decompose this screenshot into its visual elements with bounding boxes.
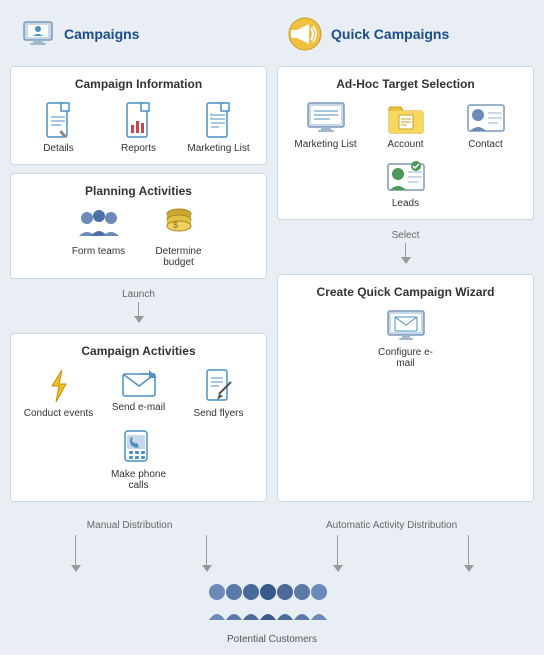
center-right-down-arrow [333,535,343,572]
campaign-activities-box: Campaign Activities Conduct events [10,333,267,502]
details-label: Details [43,143,74,154]
form-teams-label: Form teams [72,246,125,257]
campaign-info-box: Campaign Information [10,66,267,165]
launch-arrow: Launch [10,289,267,323]
account-icon [387,101,425,135]
determine-budget-item: $ Determine budget [144,208,214,268]
quick-campaigns-header: Quick Campaigns [277,10,534,58]
automatic-distribution-label: Automatic Activity Distribution [326,520,457,531]
adhoc-title: Ad-Hoc Target Selection [336,77,474,91]
phone-calls-label: Make phone calls [104,469,174,491]
center-left-down-arrow [202,535,212,572]
planning-activities-box: Planning Activities [10,173,267,279]
campaigns-header: Campaigns [10,10,267,58]
select-arrow-line [405,243,406,257]
details-item: Details [24,101,94,154]
marketing-list-item: ✓ ✓ Marketing List [184,101,254,154]
select-arrow-head [401,257,411,264]
adhoc-marketing-list-label: Marketing List [294,139,356,150]
mktlist-icon [306,101,346,135]
campaigns-column: Campaigns Campaign Information [10,10,267,502]
adhoc-items: Marketing List [288,101,523,209]
manual-distribution-label: Manual Distribution [87,520,173,531]
customers-section: Potential Customers [202,580,342,645]
quick-campaigns-title: Quick Campaigns [331,26,449,42]
customers-label: Potential Customers [227,634,317,645]
wizard-title: Create Quick Campaign Wizard [317,285,495,299]
campaign-info-items: Details [21,101,256,154]
wizard-items: Configure e-mail [288,309,523,369]
contact-icon [466,101,506,135]
reports-label: Reports [121,143,156,154]
conduct-events-item: Conduct events [24,368,94,419]
form-teams-item: Form teams [64,208,134,268]
leads-icon [386,160,426,194]
contact-label: Contact [468,139,502,150]
wizard-box: Create Quick Campaign Wizard [277,274,534,502]
select-label: Select [392,230,420,241]
email-icon [121,368,157,398]
marketing-list-label: Marketing List [187,143,249,154]
right-down-arrow [464,535,474,572]
quick-campaigns-header-icon [287,16,323,52]
account-item: Account [371,101,441,150]
planning-activities-title: Planning Activities [85,184,192,198]
phone-calls-item: Make phone calls [104,429,174,491]
teams-icon [77,208,121,242]
arrows-row [10,535,534,572]
conduct-events-label: Conduct events [24,408,94,419]
campaigns-header-icon [20,16,56,52]
events-icon [44,368,74,404]
determine-budget-label: Determine budget [144,246,214,268]
phone-icon [121,429,157,465]
campaign-info-title: Campaign Information [75,77,202,91]
main-container: Campaigns Campaign Information [0,0,544,651]
svg-text:✓: ✓ [209,116,213,122]
top-section: Campaigns Campaign Information [0,0,544,512]
doc-icon [43,101,75,139]
reports-icon [123,101,155,139]
contact-item: Contact [451,101,521,150]
adhoc-box: Ad-Hoc Target Selection [277,66,534,220]
reports-item: Reports [104,101,174,154]
customers-icon [202,580,342,630]
svg-text:$: $ [173,220,178,230]
left-down-arrow [71,535,81,572]
account-label: Account [387,139,423,150]
select-arrow: Select [277,230,534,264]
flyers-icon [203,368,235,404]
campaigns-title: Campaigns [64,26,139,42]
adhoc-marketing-list-item: Marketing List [291,101,361,150]
distribution-labels: Manual Distribution Automatic Activity D… [10,520,534,531]
budget-icon: $ [161,208,197,242]
send-flyers-label: Send flyers [193,408,243,419]
campaign-activities-items: Conduct events [21,368,256,491]
campaign-activities-title: Campaign Activities [81,344,195,358]
launch-label: Launch [122,289,155,300]
send-email-item: Send e-mail [104,368,174,419]
send-flyers-item: Send flyers [184,368,254,419]
planning-items: Form teams $ [21,208,256,268]
quick-campaigns-column: Quick Campaigns Ad-Hoc Target Selection [277,10,534,502]
leads-label: Leads [392,198,419,209]
launch-arrow-line [138,302,139,316]
bottom-section: Manual Distribution Automatic Activity D… [0,512,544,655]
configure-email-label: Configure e-mail [371,347,441,369]
leads-item: Leads [371,160,441,209]
launch-arrow-head [134,316,144,323]
configure-email-item: Configure e-mail [371,309,441,369]
configure-email-icon [386,309,426,343]
marketing-list-icon: ✓ ✓ [203,101,235,139]
send-email-label: Send e-mail [112,402,165,413]
